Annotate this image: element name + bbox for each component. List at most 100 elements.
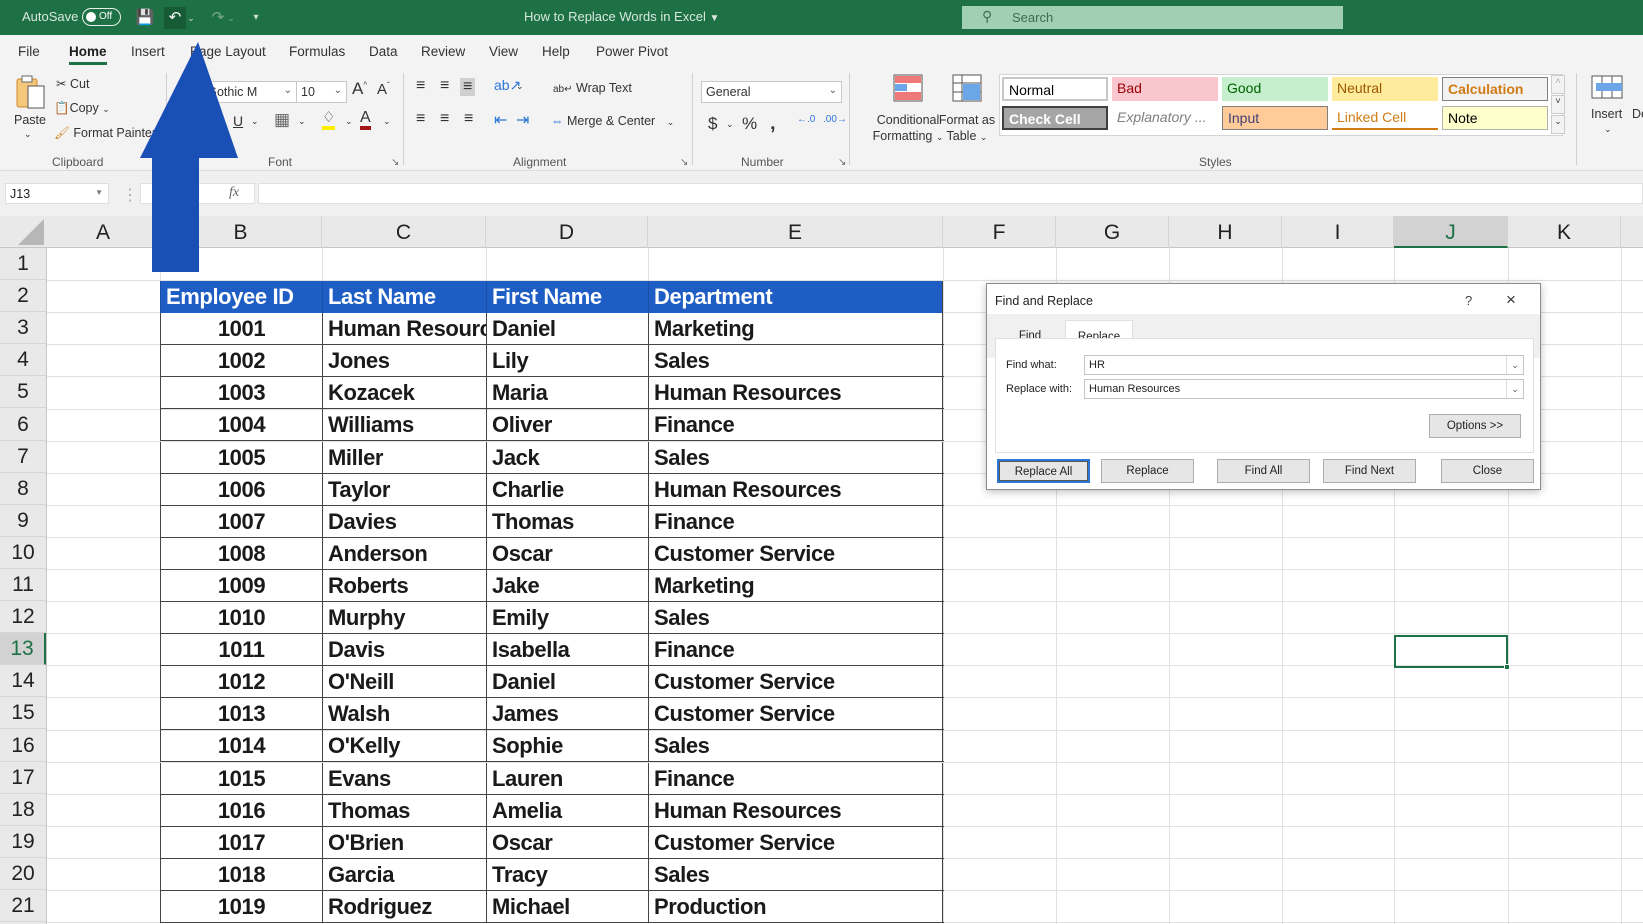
employee-id-cell[interactable]: 1014	[160, 730, 322, 763]
style-good[interactable]: Good	[1222, 77, 1328, 101]
find-all-button[interactable]: Find All	[1217, 459, 1310, 483]
department-cell[interactable]: Marketing	[648, 313, 943, 346]
column-header-j[interactable]: J	[1394, 216, 1508, 248]
tab-help[interactable]: Help	[542, 44, 570, 59]
formula-bar-splitter[interactable]: ⋮	[122, 185, 138, 205]
gallery-scroll-down-icon[interactable]: ˅	[1551, 95, 1565, 114]
department-cell[interactable]: Customer Service	[648, 537, 943, 570]
employee-id-cell[interactable]: 1015	[160, 762, 322, 795]
first-name-cell[interactable]: Oscar	[486, 826, 648, 859]
row-header-2[interactable]: 2	[0, 280, 46, 313]
department-cell[interactable]: Sales	[648, 345, 943, 378]
gallery-more-icon[interactable]: ⌄	[1551, 115, 1565, 134]
row-header-7[interactable]: 7	[0, 441, 46, 473]
first-name-cell[interactable]: James	[486, 698, 648, 731]
department-cell[interactable]: Sales	[648, 730, 943, 763]
search-box[interactable]: ⚲ Search	[962, 6, 1343, 29]
department-cell[interactable]: Finance	[648, 762, 943, 795]
paste-icon[interactable]	[14, 74, 46, 110]
align-left-icon[interactable]: ≡	[416, 110, 425, 128]
help-icon[interactable]: ?	[1465, 293, 1472, 308]
replace-button[interactable]: Replace	[1101, 459, 1194, 483]
name-box[interactable]: J13 ▼	[5, 183, 109, 204]
document-title[interactable]: How to Replace Words in Excel ▼	[524, 9, 719, 24]
delete-label[interactable]: De	[1632, 107, 1643, 121]
style-calculation[interactable]: Calculation	[1442, 77, 1548, 101]
tab-file[interactable]: File	[18, 44, 40, 59]
row-header-17[interactable]: 17	[0, 762, 46, 794]
row-header-8[interactable]: 8	[0, 473, 46, 505]
last-name-cell[interactable]: Jones	[322, 345, 486, 378]
header-last-name[interactable]: Last Name	[322, 281, 486, 313]
insert-cells-icon[interactable]	[1590, 74, 1624, 102]
header-department[interactable]: Department	[648, 281, 943, 313]
increase-decimal-icon[interactable]: ←.0	[797, 114, 815, 125]
department-cell[interactable]: Sales	[648, 858, 943, 891]
column-header-f[interactable]: F	[943, 216, 1056, 248]
percent-style-icon[interactable]: %	[742, 114, 757, 134]
first-name-cell[interactable]: Emily	[486, 602, 648, 634]
number-format-combo[interactable]: General ⌄	[701, 81, 842, 103]
find-next-button[interactable]: Find Next	[1323, 459, 1416, 483]
row-header-10[interactable]: 10	[0, 537, 46, 569]
first-name-cell[interactable]: Lily	[486, 345, 648, 378]
options-button[interactable]: Options >>	[1429, 414, 1521, 438]
italic-icon[interactable]: I	[212, 113, 216, 130]
replace-all-button[interactable]: Replace All	[997, 459, 1090, 483]
department-cell[interactable]: Production	[648, 890, 943, 923]
department-cell[interactable]: Human Resources	[648, 473, 943, 506]
font-dialog-launcher-icon[interactable]: ↘	[391, 157, 399, 168]
employee-id-cell[interactable]: 1007	[160, 505, 322, 538]
first-name-cell[interactable]: Daniel	[486, 666, 648, 699]
insert-dropdown-icon[interactable]: ⌄	[1604, 124, 1612, 135]
undo-button[interactable]: ↶	[164, 7, 186, 29]
redo-dropdown-icon[interactable]: ⌄	[226, 7, 236, 29]
style-bad[interactable]: Bad	[1112, 77, 1218, 101]
tab-review[interactable]: Review	[421, 44, 465, 59]
row-header-16[interactable]: 16	[0, 730, 46, 762]
customize-qat-icon[interactable]: ▾	[245, 7, 267, 29]
department-cell[interactable]: Sales	[648, 602, 943, 634]
row-header-13[interactable]: 13	[0, 633, 46, 666]
header-employee-id[interactable]: Employee ID	[160, 281, 322, 313]
last-name-cell[interactable]: O'Neill	[322, 666, 486, 699]
first-name-cell[interactable]: Isabella	[486, 634, 648, 667]
employee-id-cell[interactable]: 1009	[160, 569, 322, 602]
align-right-icon[interactable]: ≡	[464, 110, 473, 128]
increase-indent-icon[interactable]: ⇥	[516, 110, 529, 130]
underline-icon[interactable]: U	[233, 113, 243, 129]
style-input[interactable]: Input	[1222, 106, 1328, 130]
last-name-cell[interactable]: Miller	[322, 441, 486, 474]
row-header-3[interactable]: 3	[0, 312, 46, 345]
tab-view[interactable]: View	[489, 44, 518, 59]
first-name-cell[interactable]: Sophie	[486, 730, 648, 763]
employee-id-cell[interactable]: 1013	[160, 698, 322, 731]
department-cell[interactable]: Sales	[648, 441, 943, 474]
last-name-cell[interactable]: Roberts	[322, 569, 486, 602]
wrap-text-button[interactable]: ab↵ Wrap Text	[553, 81, 632, 95]
column-header-h[interactable]: H	[1169, 216, 1282, 248]
first-name-cell[interactable]: Michael	[486, 890, 648, 923]
last-name-cell[interactable]: Thomas	[322, 794, 486, 827]
row-header-18[interactable]: 18	[0, 794, 46, 826]
cut-button[interactable]: ✂ Cut	[56, 76, 89, 91]
first-name-cell[interactable]: Tracy	[486, 858, 648, 891]
row-header-14[interactable]: 14	[0, 665, 46, 698]
last-name-cell[interactable]: Kozacek	[322, 377, 486, 410]
last-name-cell[interactable]: O'Kelly	[322, 730, 486, 763]
find-what-input[interactable]: HR ⌄	[1084, 355, 1524, 375]
style-check-cell[interactable]: Check Cell	[1002, 106, 1108, 130]
insert-label[interactable]: Insert	[1591, 107, 1622, 121]
last-name-cell[interactable]: Williams	[322, 409, 486, 442]
column-header-e[interactable]: E	[648, 216, 943, 248]
undo-dropdown-icon[interactable]: ⌄	[186, 7, 196, 29]
tab-power-pivot[interactable]: Power Pivot	[596, 44, 668, 59]
style-normal[interactable]: Normal	[1002, 77, 1108, 101]
row-header-19[interactable]: 19	[0, 826, 46, 858]
department-cell[interactable]: Finance	[648, 634, 943, 667]
row-header-20[interactable]: 20	[0, 858, 46, 890]
align-middle-icon[interactable]: ≡	[440, 77, 449, 95]
employee-id-cell[interactable]: 1010	[160, 602, 322, 634]
select-all-button[interactable]	[0, 216, 47, 248]
fill-color-icon[interactable]: ♢	[322, 110, 336, 130]
